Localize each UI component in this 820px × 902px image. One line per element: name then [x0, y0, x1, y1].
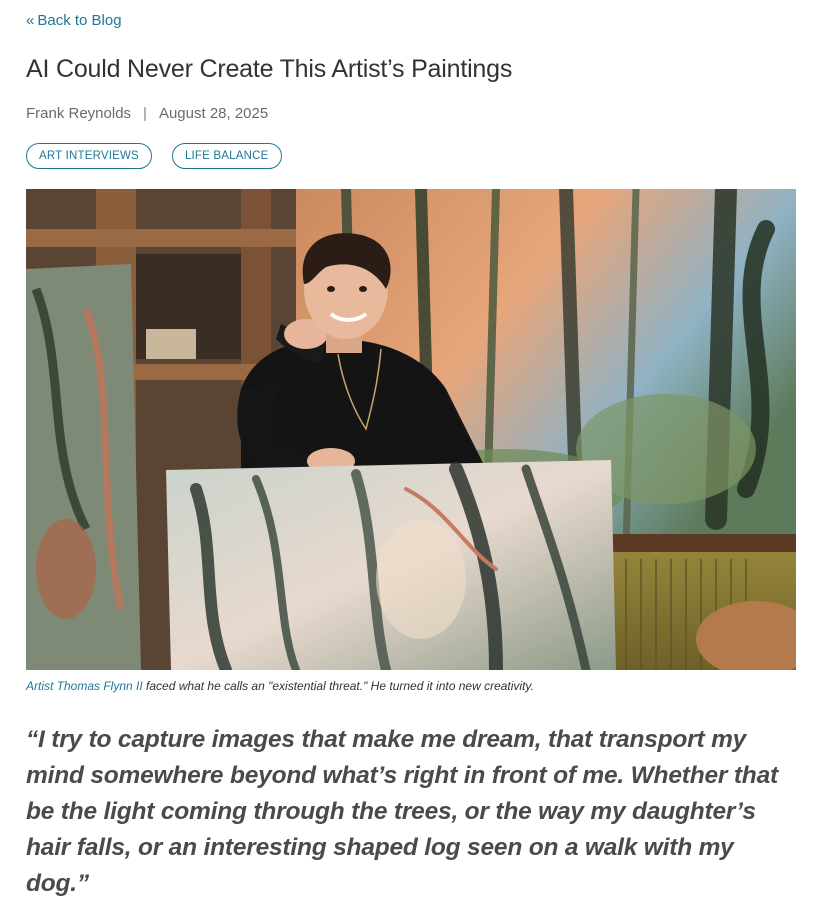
author-name: Frank Reynolds: [26, 105, 132, 122]
article-meta: Frank Reynolds | August 28, 2025: [26, 105, 268, 122]
publish-date: August 28, 2025: [158, 105, 269, 122]
tag-life-balance[interactable]: LIFE BALANCE: [171, 143, 282, 169]
tag-art-interviews[interactable]: ART INTERVIEWS: [26, 143, 152, 169]
caption-text: faced what he calls an "existential thre…: [142, 679, 534, 693]
article-title: AI Could Never Create This Artist’s Pain…: [26, 55, 513, 83]
tag-list: ART INTERVIEWS LIFE BALANCE: [26, 143, 282, 169]
caption-artist-link[interactable]: Artist Thomas Flynn II: [26, 679, 143, 693]
pull-quote: “I try to capture images that make me dr…: [26, 726, 778, 897]
image-caption: Artist Thomas Flynn II faced what he cal…: [26, 679, 534, 693]
back-to-blog-link[interactable]: « Back to Blog: [26, 12, 122, 29]
artist-photo: [26, 189, 796, 670]
back-to-blog-label: Back to Blog: [37, 12, 122, 29]
article-page: « Back to Blog AI Could Never Create Thi…: [0, 0, 820, 897]
meta-separator: |: [143, 105, 147, 122]
hero-image: [26, 189, 796, 670]
double-chevron-left-icon: «: [26, 12, 35, 29]
